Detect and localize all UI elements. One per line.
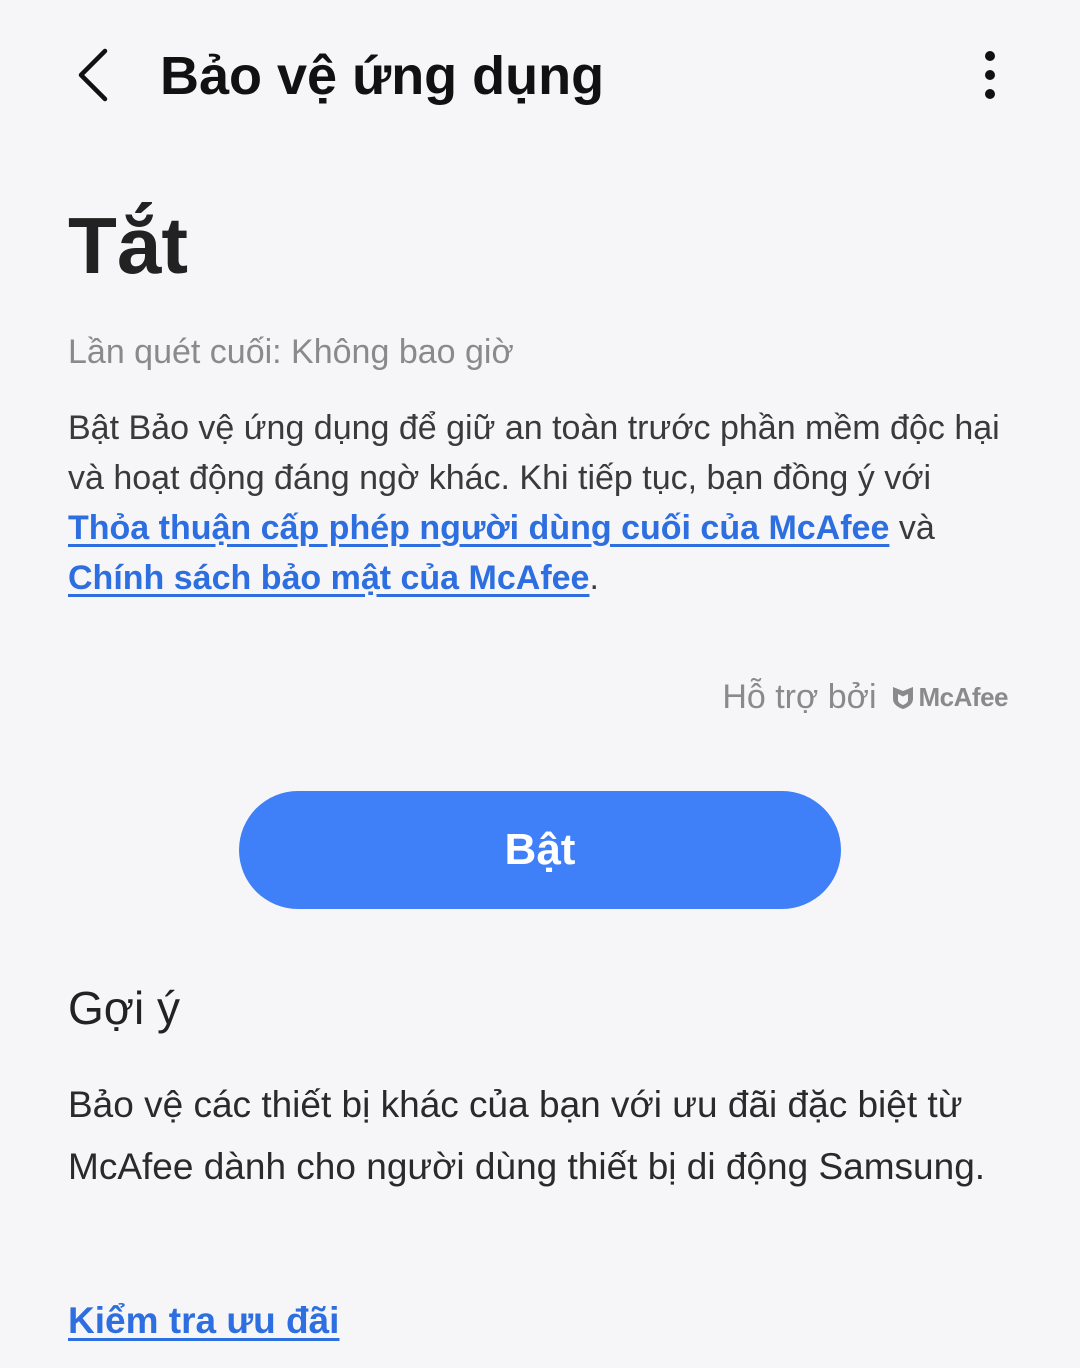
suggestion-text: Bảo vệ các thiết bị khác của bạn với ưu … — [68, 1084, 986, 1187]
protection-status: Tắt — [68, 201, 188, 290]
page-title: Bảo vệ ứng dụng — [160, 46, 605, 106]
chevron-left-icon — [78, 48, 108, 102]
conjunction-text: và — [889, 509, 935, 547]
app-protection-screen: Bảo vệ ứng dụng Tắt Lần quét cuối: Không… — [0, 0, 1080, 1368]
check-offer-link[interactable]: Kiểm tra ưu đãi — [68, 1296, 339, 1346]
description-text: Bật Bảo vệ ứng dụng để giữ an toàn trước… — [68, 409, 1000, 497]
more-options-button[interactable] — [960, 40, 1020, 110]
period-text: . — [589, 559, 599, 597]
privacy-policy-link[interactable]: Chính sách bảo mật của McAfee — [68, 559, 589, 597]
suggestion-title: Gợi ý — [68, 982, 180, 1034]
powered-by: Hỗ trợ bởi McAfee — [722, 674, 1008, 720]
powered-by-label: Hỗ trợ bởi — [722, 678, 877, 716]
more-vertical-icon-dot — [985, 89, 995, 99]
more-vertical-icon — [985, 51, 995, 61]
turn-on-button[interactable]: Bật — [239, 791, 841, 909]
mcafee-logo: McAfee — [891, 681, 1009, 713]
mcafee-wordmark: McAfee — [918, 681, 1009, 712]
eula-link[interactable]: Thỏa thuận cấp phép người dùng cuối của … — [68, 509, 889, 547]
app-bar: Bảo vệ ứng dụng — [0, 0, 1080, 150]
more-vertical-icon-dot — [985, 70, 995, 80]
back-button[interactable] — [58, 38, 128, 112]
last-scan-text: Lần quét cuối: Không bao giờ — [68, 333, 514, 371]
description-paragraph: Bật Bảo vệ ứng dụng để giữ an toàn trước… — [68, 403, 1008, 603]
mcafee-shield-icon — [892, 687, 913, 709]
